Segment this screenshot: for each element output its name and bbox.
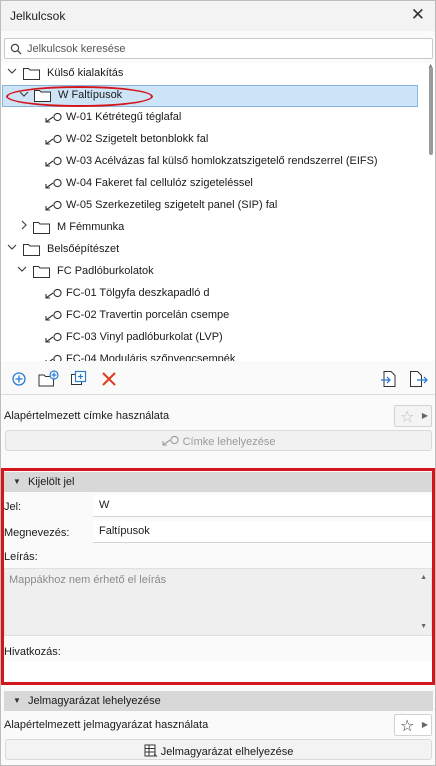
tree-key-label: FC-01 Tölgyfa deszkapadló d	[66, 287, 210, 299]
selected-key-header[interactable]: ▼ Kijelölt jel	[4, 472, 433, 492]
reference-field[interactable]	[4, 661, 432, 681]
place-tag-button[interactable]: Címke lehelyezése	[5, 430, 432, 451]
tree-key-row[interactable]: FC-01 Tölgyfa deszkapadló d	[1, 283, 419, 305]
keynote-icon	[45, 156, 63, 168]
folder-icon	[23, 243, 40, 256]
tree-scrollbar[interactable]	[429, 67, 433, 155]
name-field[interactable]: Faltípusok	[93, 521, 432, 543]
window-title: Jelkulcsok	[10, 9, 66, 23]
search-input[interactable]	[25, 40, 425, 57]
tree-key-row[interactable]: W-01 Kétrétegű téglafal	[1, 107, 419, 129]
chevron-right-icon: ▶	[421, 720, 428, 729]
place-legend-label: Jelmagyarázat elhelyezése	[160, 746, 294, 758]
legend-table-icon	[144, 744, 157, 757]
new-folder-icon[interactable]	[38, 370, 60, 388]
tree-key-label: FC-04 Moduláris szőnyegcsempék	[66, 353, 236, 361]
tree-key-label: W-05 Szerkezetileg szigetelt panel (SIP)…	[66, 199, 278, 211]
tree-key-row[interactable]: W-04 Fakeret fal cellulóz szigeteléssel	[1, 173, 419, 195]
chevron-down-icon[interactable]	[17, 264, 29, 278]
collapse-triangle-icon: ▼	[13, 477, 21, 486]
chevron-down-icon[interactable]	[7, 242, 19, 256]
folder-icon	[34, 89, 51, 102]
place-tag-label: Címke lehelyezése	[182, 436, 276, 448]
name-field-value: Faltípusok	[99, 525, 150, 537]
name-field-label: Megnevezés:	[4, 527, 70, 539]
keynote-icon	[161, 435, 179, 446]
star-icon: ☆	[400, 718, 415, 735]
default-legend-label: Alapértelmezett jelmagyarázat használata	[4, 719, 209, 731]
search-icon	[10, 43, 22, 55]
duplicate-icon[interactable]	[70, 370, 88, 388]
tree-folder-row[interactable]: M Fémmunka	[1, 217, 419, 239]
legend-header-label: Jelmagyarázat lehelyezése	[28, 695, 161, 707]
tree-folder-label: Belsőépítészet	[47, 243, 120, 255]
tree-folder-row[interactable]: FC Padlóburkolatok	[1, 261, 419, 283]
tree-key-label: FC-03 Vinyl padlóburkolat (LVP)	[66, 331, 223, 343]
tree-key-row[interactable]: W-02 Szigetelt betonblokk fal	[1, 129, 419, 151]
scroll-up-arrow-icon: ▲	[420, 574, 427, 581]
tree-key-row[interactable]: FC-04 Moduláris szőnyegcsempék	[1, 349, 419, 361]
key-field-value: W	[99, 499, 110, 511]
keynote-icon	[45, 112, 63, 124]
export-icon[interactable]	[409, 370, 428, 388]
title-bar: Jelkulcsok ✕	[1, 1, 435, 31]
folder-icon	[23, 67, 40, 80]
keynote-tree: Külső kialakítás W Faltípusok W-01 Kétré…	[1, 63, 435, 361]
chevron-right-icon: ▶	[421, 411, 428, 420]
keynotes-palette: Jelkulcsok ✕ Külső kialakítás	[0, 0, 436, 766]
keynote-icon	[45, 134, 63, 146]
chevron-down-icon[interactable]	[19, 89, 31, 103]
tree-key-label: W-03 Acélvázas fal külső homlokzatsziget…	[66, 155, 378, 167]
tree-folder-row-selected[interactable]: W Faltípusok	[2, 85, 418, 107]
description-label: Leírás:	[4, 551, 38, 563]
default-tag-label: Alapértelmezett címke használata	[4, 410, 170, 422]
chevron-right-icon[interactable]	[19, 220, 31, 234]
close-icon[interactable]: ✕	[411, 6, 425, 24]
keynote-icon	[45, 332, 63, 344]
folder-icon	[33, 265, 50, 278]
tree-key-label: W-01 Kétrétegű téglafal	[66, 111, 182, 123]
tree-folder-row[interactable]: Belsőépítészet	[1, 239, 419, 261]
collapse-triangle-icon: ▼	[13, 696, 21, 705]
import-icon[interactable]	[380, 370, 398, 388]
star-icon: ☆	[400, 409, 415, 426]
keynote-icon	[45, 288, 63, 300]
key-field-label: Jel:	[4, 501, 22, 513]
tree-folder-row[interactable]: Külső kialakítás	[1, 63, 419, 85]
tree-folder-label: Külső kialakítás	[47, 67, 124, 79]
place-legend-button[interactable]: Jelmagyarázat elhelyezése	[5, 739, 432, 760]
tree-key-row[interactable]: W-05 Szerkezetileg szigetelt panel (SIP)…	[1, 195, 419, 217]
tree-key-label: W-04 Fakeret fal cellulóz szigeteléssel	[66, 177, 253, 189]
scroll-down-arrow-icon: ▼	[420, 623, 427, 630]
add-key-icon[interactable]	[10, 370, 28, 388]
folder-icon	[33, 221, 50, 234]
delete-icon[interactable]	[100, 370, 118, 388]
legend-header[interactable]: ▼ Jelmagyarázat lehelyezése	[4, 691, 433, 711]
description-placeholder: Mappákhoz nem érhető el leírás	[9, 574, 167, 586]
tree-folder-label: M Fémmunka	[57, 221, 125, 233]
tree-key-row[interactable]: W-03 Acélvázas fal külső homlokzatsziget…	[1, 151, 419, 173]
keynote-icon	[45, 310, 63, 322]
tree-toolbar	[1, 363, 435, 395]
description-field: Mappákhoz nem érhető el leírás ▲ ▼	[4, 568, 432, 636]
selected-key-header-label: Kijelölt jel	[28, 476, 75, 488]
default-legend-favorite-button[interactable]: ☆ ▶	[394, 714, 432, 736]
keynote-icon	[45, 200, 63, 212]
chevron-down-icon[interactable]	[7, 66, 19, 80]
key-field[interactable]: W	[93, 495, 432, 517]
reference-label: Hivatkozás:	[4, 646, 61, 658]
tree-folder-label: FC Padlóburkolatok	[57, 265, 154, 277]
keynote-icon	[45, 354, 63, 361]
tree-key-row[interactable]: FC-02 Travertin porcelán csempe	[1, 305, 419, 327]
tree-folder-label: W Faltípusok	[58, 89, 123, 101]
default-tag-favorite-button[interactable]: ☆ ▶	[394, 405, 432, 427]
keynote-icon	[45, 178, 63, 190]
tree-key-label: W-02 Szigetelt betonblokk fal	[66, 133, 209, 145]
tree-key-row[interactable]: FC-03 Vinyl padlóburkolat (LVP)	[1, 327, 419, 349]
tree-key-label: FC-02 Travertin porcelán csempe	[66, 309, 230, 321]
search-box[interactable]	[4, 38, 433, 59]
